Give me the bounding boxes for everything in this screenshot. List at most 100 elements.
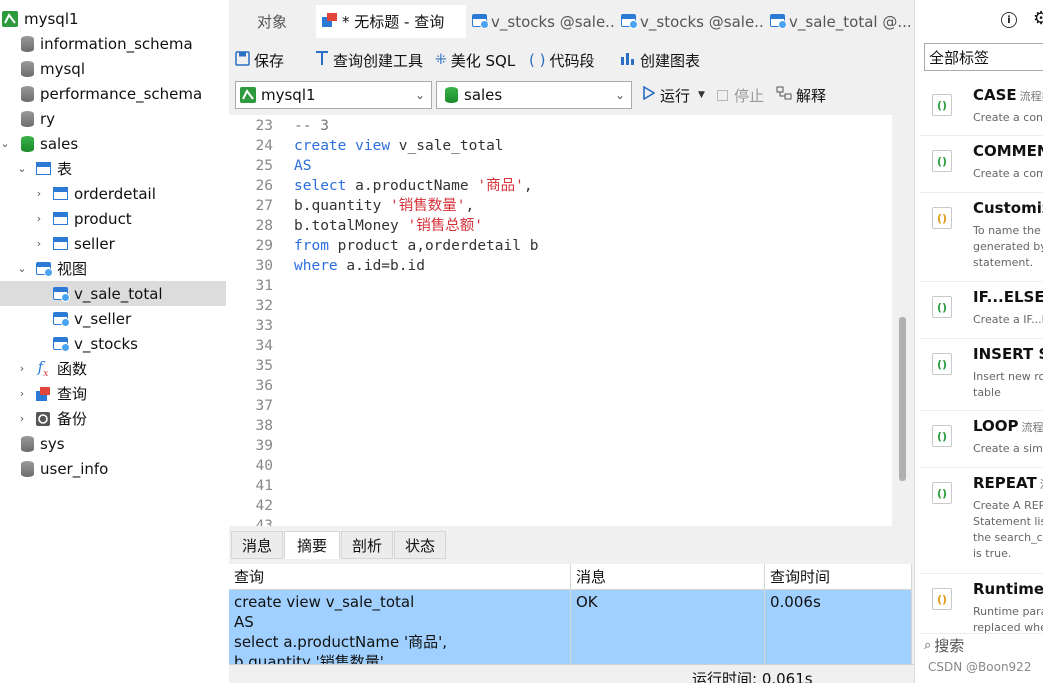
save-label: 保存	[254, 51, 285, 70]
save-icon	[235, 50, 250, 70]
chevron-right-icon[interactable]: ›	[17, 387, 27, 401]
header-label: 消息	[576, 568, 607, 586]
tab-v-stocks-1[interactable]: v_stocks @sale...	[468, 5, 615, 38]
editor-scrollbar[interactable]	[899, 317, 906, 481]
column-header-query[interactable]: 查询	[229, 564, 571, 590]
tree-functions-folder[interactable]: › fx 函数	[0, 356, 226, 381]
save-button[interactable]: 保存	[235, 42, 284, 78]
tree-db-user-info[interactable]: user_info	[0, 456, 226, 481]
tree-table-seller[interactable]: › seller	[0, 231, 226, 256]
tab-v-sale-total[interactable]: v_sale_total @...	[766, 5, 912, 38]
table-cell-time[interactable]: 0.006s	[765, 590, 912, 664]
column-header-time[interactable]: 查询时间	[765, 564, 912, 590]
tree-queries-folder[interactable]: › 查询	[0, 381, 226, 406]
code-line: AS	[294, 156, 311, 176]
chevron-right-icon[interactable]: ›	[34, 212, 44, 226]
tree-views-folder[interactable]: ⌄ 视图	[0, 256, 226, 281]
tab-messages[interactable]: 消息	[231, 531, 283, 559]
snippet-description: Runtime para	[973, 605, 1043, 618]
mysql-connection-icon	[240, 87, 256, 103]
explain-button[interactable]: 解释	[776, 78, 826, 112]
tab-profile[interactable]: 剖析	[341, 531, 393, 559]
chevron-down-icon[interactable]: ⌄	[17, 162, 27, 176]
beautify-sql-button[interactable]: ⁜ 美化 SQL	[435, 42, 515, 78]
chevron-right-icon[interactable]: ›	[34, 187, 44, 201]
stop-button[interactable]: 停止	[717, 78, 764, 112]
query-line: AS	[234, 613, 254, 631]
info-icon[interactable]: i	[1001, 12, 1017, 28]
snippet-item[interactable]: () CASE流程控 Create a cond	[920, 80, 1043, 136]
snippet-item[interactable]: () REPEAT流 Create A REPE Statement list the …	[920, 468, 1043, 574]
create-chart-button[interactable]: 创建图表	[620, 42, 700, 78]
table-icon	[52, 211, 68, 227]
chevron-right-icon[interactable]: ›	[17, 412, 27, 426]
tree-db-information-schema[interactable]: information_schema	[0, 31, 226, 56]
tab-objects[interactable]: 对象	[229, 5, 315, 38]
caret-down-icon[interactable]: ▼	[698, 90, 705, 100]
line-number: 25	[255, 158, 273, 174]
connection-select[interactable]: mysql1 ⌄	[235, 81, 432, 109]
table-row-query[interactable]: create view v_sale_total AS select a.pro…	[229, 590, 571, 664]
chart-icon	[620, 51, 636, 70]
tab-summary[interactable]: 摘要	[284, 531, 340, 559]
snippet-item[interactable]: () IF...ELSE... Create a IF...EL	[920, 282, 1043, 339]
header-label: 查询时间	[770, 568, 831, 586]
snippet-description: Create a cond	[973, 111, 1043, 124]
snippet-search[interactable]: ⌕ 搜索	[924, 633, 1043, 657]
tree-db-sys[interactable]: sys	[0, 431, 226, 456]
tag-filter-select[interactable]: 全部标签	[924, 43, 1043, 71]
column-header-message[interactable]: 消息	[571, 564, 765, 590]
tree-db-sales[interactable]: ⌄ sales	[0, 131, 226, 156]
function-icon: fx	[37, 358, 49, 379]
tree-table-orderdetail[interactable]: › orderdetail	[0, 181, 226, 206]
chevron-down-icon[interactable]: ⌄	[17, 262, 27, 276]
tree-view-v-stocks[interactable]: v_stocks	[0, 331, 226, 356]
run-button[interactable]: 运行 ▼	[643, 78, 705, 112]
tab-untitled-query[interactable]: * 无标题 - 查询	[316, 5, 466, 38]
beautify-label: 美化 SQL	[450, 51, 516, 70]
code-snippet-button[interactable]: ( ) 代码段	[529, 42, 595, 78]
chevron-right-icon[interactable]: ›	[17, 362, 27, 376]
database-select[interactable]: sales ⌄	[436, 81, 632, 109]
connection-value: mysql1	[261, 86, 316, 104]
settings-icon[interactable]: ⚙	[1033, 8, 1043, 29]
line-number: 37	[255, 398, 273, 414]
tree-connection[interactable]: mysql1	[0, 6, 226, 31]
tree-db-ry[interactable]: ry	[0, 106, 226, 131]
query-line: b.quantity '销售数量',	[234, 653, 389, 664]
table-cell-message[interactable]: OK	[571, 590, 765, 664]
tree-tables-folder[interactable]: ⌄ 表	[0, 156, 226, 181]
tree-db-performance-schema[interactable]: performance_schema	[0, 81, 226, 106]
database-open-icon	[19, 135, 35, 152]
explain-icon	[776, 86, 792, 105]
view-icon	[472, 13, 489, 31]
snippet-item[interactable]: () INSERT Sy Insert new row table	[920, 339, 1043, 411]
tree-db-mysql[interactable]: mysql	[0, 56, 226, 81]
table-icon	[52, 236, 68, 252]
line-number: 23	[255, 118, 273, 134]
snippet-icon: ( )	[529, 51, 546, 69]
tree-view-v-sale-total[interactable]: v_sale_total	[0, 281, 226, 306]
line-number: 39	[255, 438, 273, 454]
tab-v-stocks-2[interactable]: v_stocks @sale...	[617, 5, 764, 38]
snippet-item[interactable]: ()Runtime PRuntime parareplaced whe	[920, 574, 1043, 634]
snippet-item[interactable]: () LOOP流程控 Create a simp	[920, 411, 1043, 468]
snippet-description: generated by	[973, 240, 1043, 253]
line-number: 35	[255, 358, 273, 374]
view-icon	[52, 336, 70, 352]
sql-text: ,	[465, 198, 475, 214]
tab-status[interactable]: 状态	[394, 531, 446, 559]
db-label: sales	[40, 134, 79, 153]
snippet-title-text: CASE	[973, 86, 1017, 104]
snippet-item[interactable]: () Customiz To name the r generated by state…	[920, 193, 1043, 282]
line-number: 41	[255, 478, 273, 494]
query-builder-button[interactable]: 查询创建工具	[315, 42, 423, 78]
sql-editor[interactable]: 23 24 25 26 27 28 29 30 31 32 33 34 35 36 37 38 39 40 41 42…	[229, 115, 892, 526]
tree-backups-folder[interactable]: › 备份	[0, 406, 226, 431]
tree-view-v-seller[interactable]: v_seller	[0, 306, 226, 331]
chevron-down-icon[interactable]: ⌄	[0, 137, 10, 151]
snippet-item[interactable]: () COMMEN Create a comm	[920, 136, 1043, 193]
chevron-right-icon[interactable]: ›	[34, 237, 44, 251]
tree-table-product[interactable]: › product	[0, 206, 226, 231]
view-icon	[52, 286, 70, 302]
